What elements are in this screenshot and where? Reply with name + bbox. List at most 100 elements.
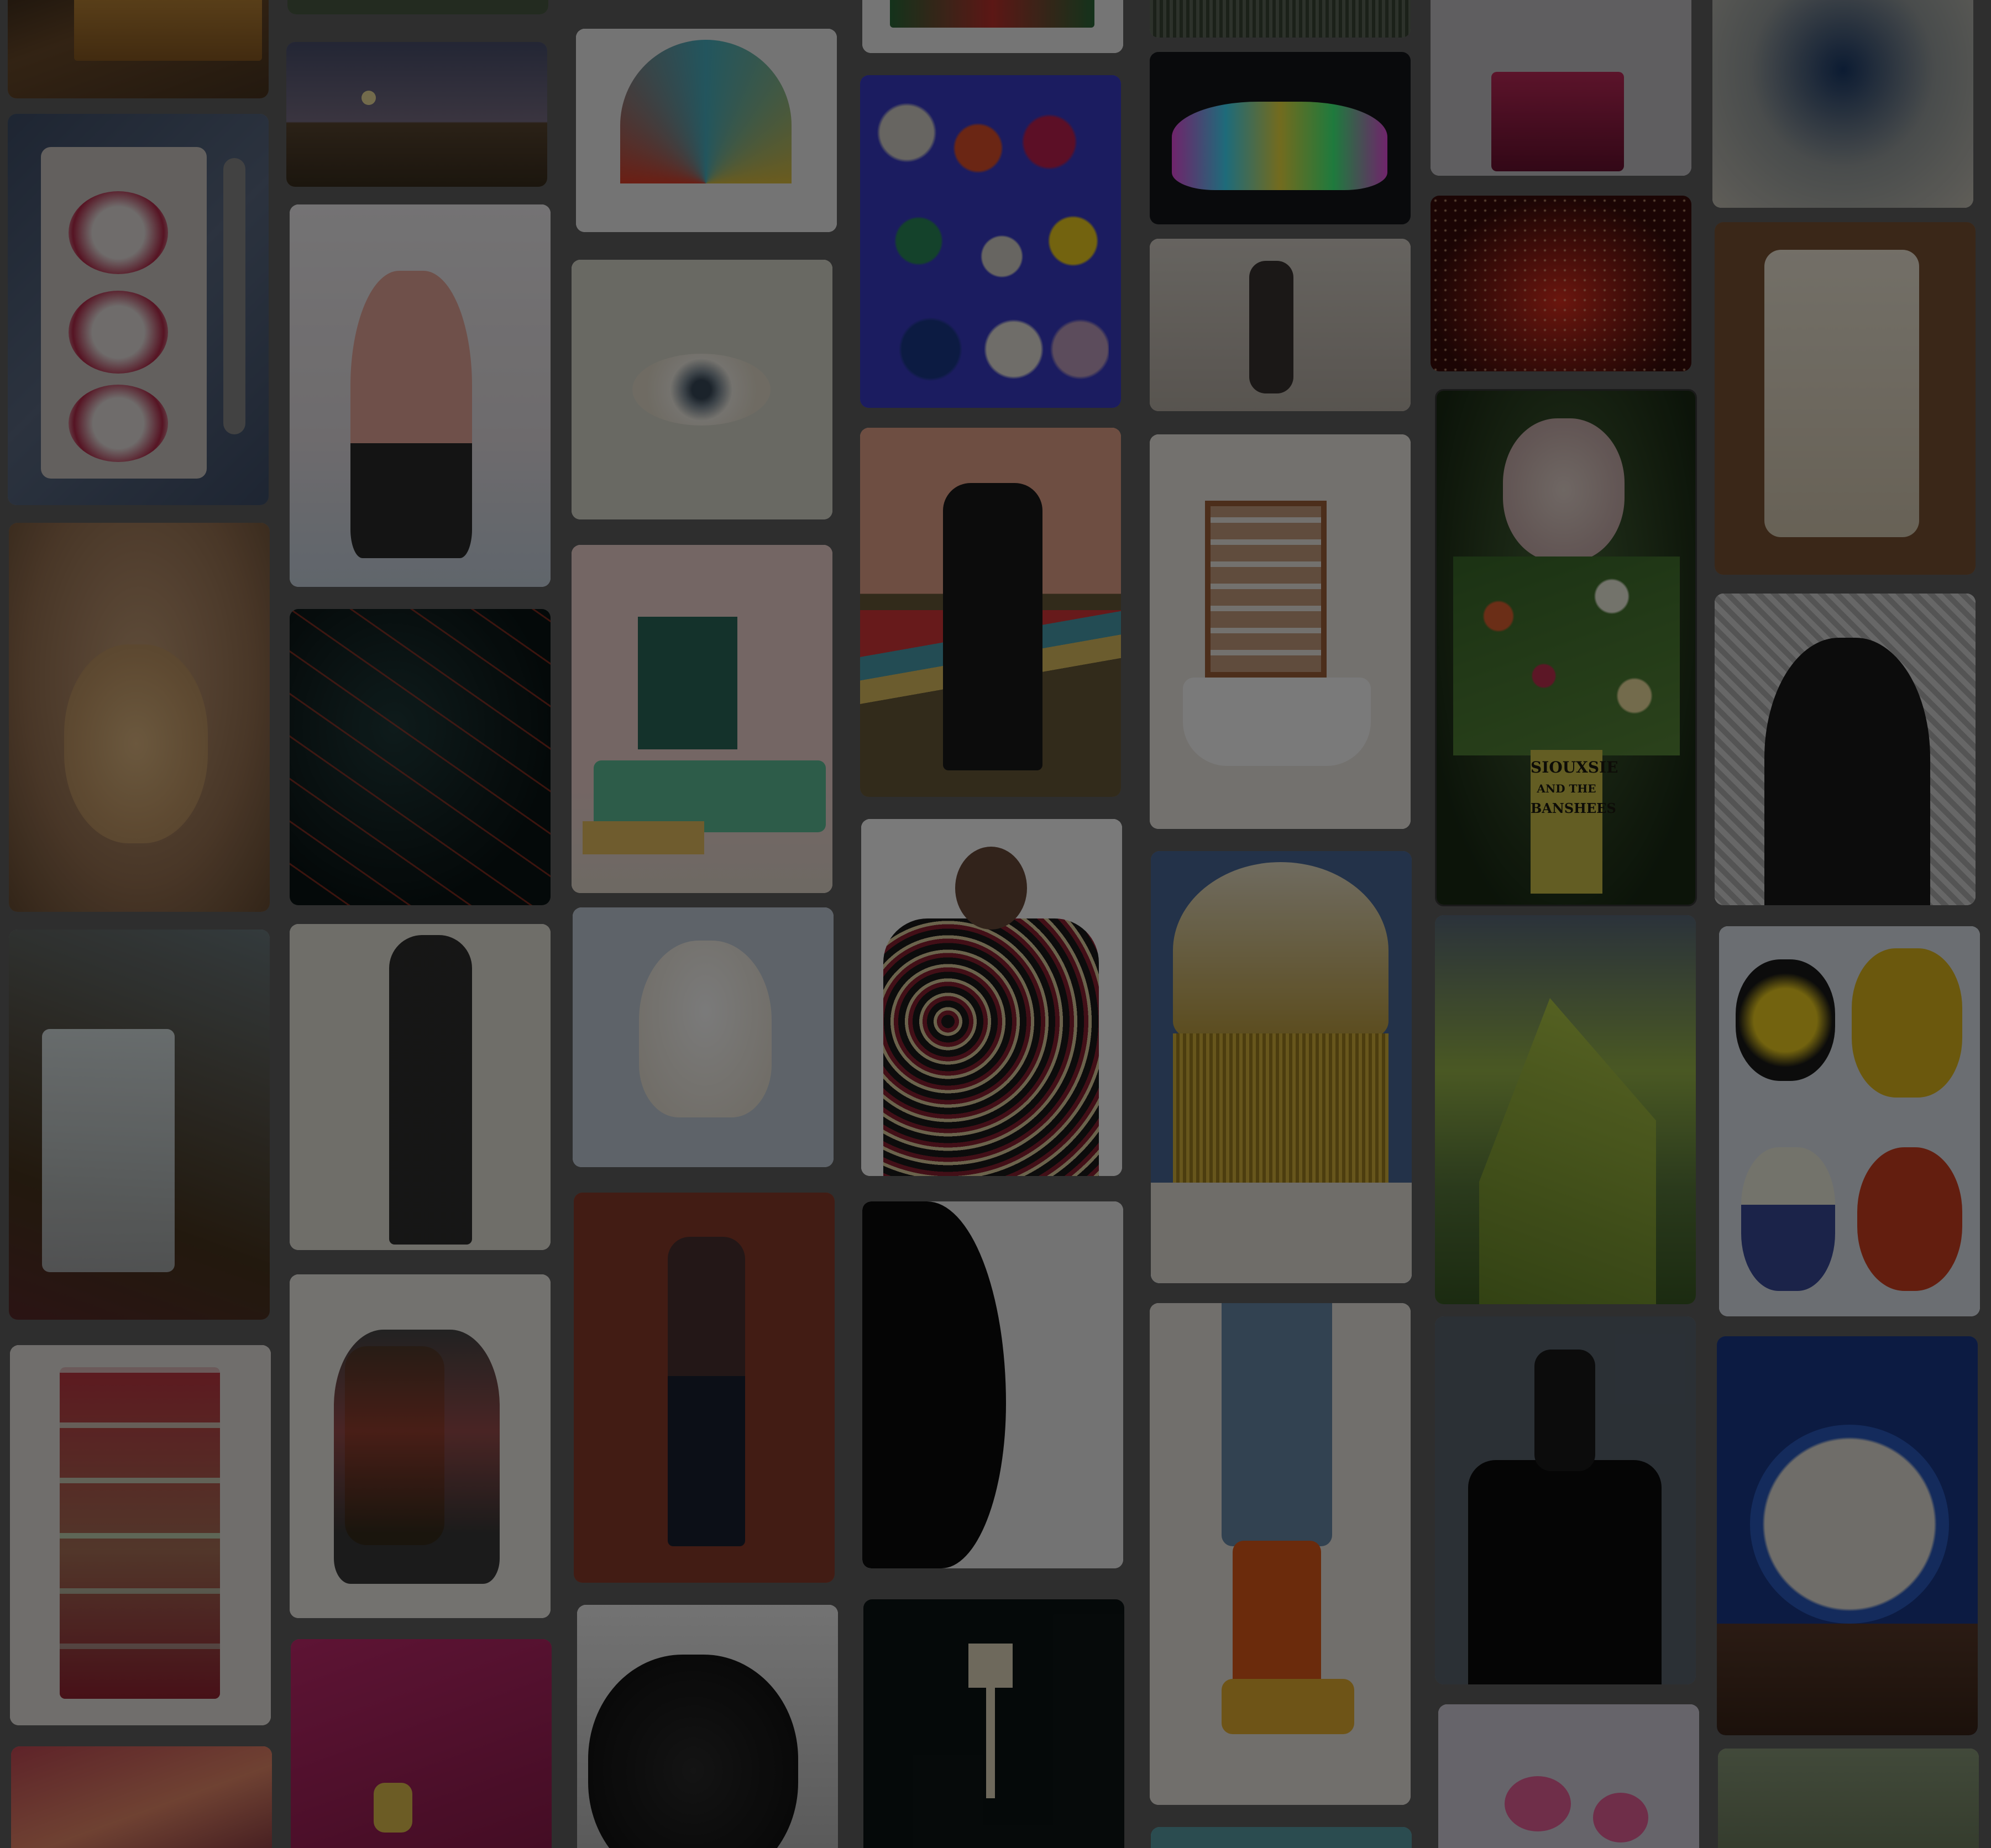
table	[583, 821, 704, 854]
coat	[883, 918, 1099, 1176]
pin-dancer-in-studio[interactable]	[1150, 239, 1411, 411]
pin-neon-city-model[interactable]	[1150, 52, 1411, 224]
neon-city	[1172, 102, 1387, 190]
scoop-shape	[69, 385, 168, 462]
bathtub	[1183, 678, 1371, 766]
painting	[638, 617, 737, 749]
album-cover-line-2: AND THE	[1537, 782, 1596, 795]
pin-sculpture-on-black[interactable]	[863, 1599, 1124, 1848]
pin-image	[1151, 1827, 1412, 1848]
pin-ice-cube-tray[interactable]	[10, 1345, 271, 1725]
pin-snuff-bottles[interactable]	[860, 75, 1121, 408]
toy-alien	[1857, 1147, 1962, 1291]
pin-long-braids-portrait[interactable]	[290, 924, 551, 1250]
pin-album-cover[interactable]: SIOUXSIE AND THE BANSHEES	[1435, 389, 1697, 906]
costume-body	[350, 271, 472, 558]
pin-seated-masked-figure[interactable]	[290, 1274, 551, 1618]
pin-crochet-toys[interactable]	[1719, 926, 1980, 1316]
pin-blue-ink-texture[interactable]	[1712, 0, 1973, 208]
bed	[1491, 72, 1624, 171]
scoop-shape	[69, 191, 168, 274]
pin-image	[291, 1639, 552, 1848]
pin-beaded-eyelashes[interactable]	[577, 1605, 838, 1848]
crate-shape	[74, 0, 262, 61]
flowers	[1453, 556, 1680, 755]
pin-costume-figure[interactable]	[290, 204, 551, 587]
pin-green-mountains[interactable]	[1435, 915, 1696, 1304]
sandals	[1222, 1679, 1354, 1734]
pin-laser-mannequins[interactable]	[290, 609, 551, 905]
pin-sharp-suit-portrait[interactable]	[1435, 1316, 1696, 1684]
scoop-shape	[69, 291, 168, 374]
album-cover-line-1: SIOUXSIE	[1531, 758, 1618, 776]
fringe-curtain	[1173, 1033, 1389, 1199]
pin-embroidered-eye[interactable]	[572, 260, 832, 519]
jeans	[1222, 1303, 1332, 1546]
pin-embroidered-frame[interactable]	[862, 0, 1123, 53]
pin-round-doorway-interior[interactable]	[1717, 1336, 1978, 1735]
pin-moon-landscape[interactable]	[286, 42, 547, 187]
head	[955, 847, 1027, 930]
eye-shape	[632, 354, 771, 426]
pin-bedroom[interactable]	[1431, 0, 1691, 176]
pin-image	[1438, 1704, 1699, 1848]
pin-profile-black-white[interactable]	[862, 1201, 1123, 1568]
pin-beaded-headdress[interactable]	[1151, 851, 1412, 1283]
pin-flower-ice-drink[interactable]	[9, 930, 270, 1320]
figure	[943, 483, 1042, 770]
pin-caracal-kitten[interactable]	[9, 523, 270, 912]
pin-bathroom-with-plants[interactable]	[1150, 434, 1411, 829]
pin-pastel-living-room[interactable]	[572, 545, 832, 893]
sparkles	[1431, 196, 1691, 371]
pin-brocade-coat[interactable]	[861, 819, 1122, 1176]
pin-hand-nail-polish[interactable]	[11, 1746, 272, 1848]
socks	[1233, 1541, 1321, 1695]
suit	[1468, 1460, 1662, 1684]
yellow-shape	[374, 1783, 412, 1833]
portrait-face	[1503, 418, 1625, 562]
moon	[361, 91, 376, 105]
pin-image	[1718, 1749, 1979, 1848]
glass-shape	[42, 1029, 175, 1272]
pin-paint-pour[interactable]	[860, 428, 1121, 797]
pin-platinum-bob[interactable]	[573, 907, 834, 1167]
braids	[389, 935, 472, 1245]
model	[668, 1237, 745, 1546]
pin-pink-flowers[interactable]	[1438, 1704, 1699, 1848]
scoop-tool	[223, 158, 245, 434]
pin-model-rust-backdrop[interactable]	[574, 1193, 835, 1583]
pin-top-strip-col2[interactable]	[287, 0, 548, 14]
floor	[1717, 1624, 1978, 1735]
pin-fringe[interactable]	[1150, 0, 1411, 38]
pin-image	[287, 0, 548, 14]
cloak	[1764, 638, 1930, 905]
window	[1205, 501, 1327, 678]
flower	[1593, 1793, 1648, 1842]
pin-beaded-fan[interactable]	[576, 29, 837, 232]
pin-image	[286, 42, 547, 187]
shirt	[1151, 1183, 1412, 1283]
face	[588, 1655, 798, 1848]
pin-magenta-textile[interactable]	[291, 1639, 552, 1848]
pin-wooden-crate[interactable]	[8, 0, 269, 98]
frame	[890, 0, 1094, 28]
pin-orange-socks[interactable]	[1150, 1303, 1411, 1805]
pin-sage-strip[interactable]	[1718, 1749, 1979, 1848]
flower	[1505, 1776, 1571, 1831]
stone-block	[1764, 250, 1919, 537]
hair	[639, 941, 772, 1117]
sculpture-top	[968, 1644, 1013, 1688]
pin-teal-strip[interactable]	[1151, 1827, 1412, 1848]
pin-ice-cream-tray[interactable]	[8, 114, 269, 505]
head	[1534, 1350, 1595, 1471]
pin-image	[1712, 0, 1973, 208]
pin-stone-sculpture[interactable]	[1715, 222, 1976, 575]
pin-red-lights[interactable]	[1431, 196, 1691, 371]
toy-doll	[1741, 1147, 1835, 1291]
pin-hooded-figure[interactable]	[1715, 594, 1976, 905]
sculpture-stem	[986, 1688, 995, 1798]
album-cover-title: SIOUXSIE AND THE BANSHEES	[1531, 758, 1618, 815]
pin-grid-board: SIOUXSIE AND THE BANSHEES	[0, 0, 1991, 1848]
laser-lines	[290, 609, 551, 905]
bottles	[871, 86, 1109, 396]
